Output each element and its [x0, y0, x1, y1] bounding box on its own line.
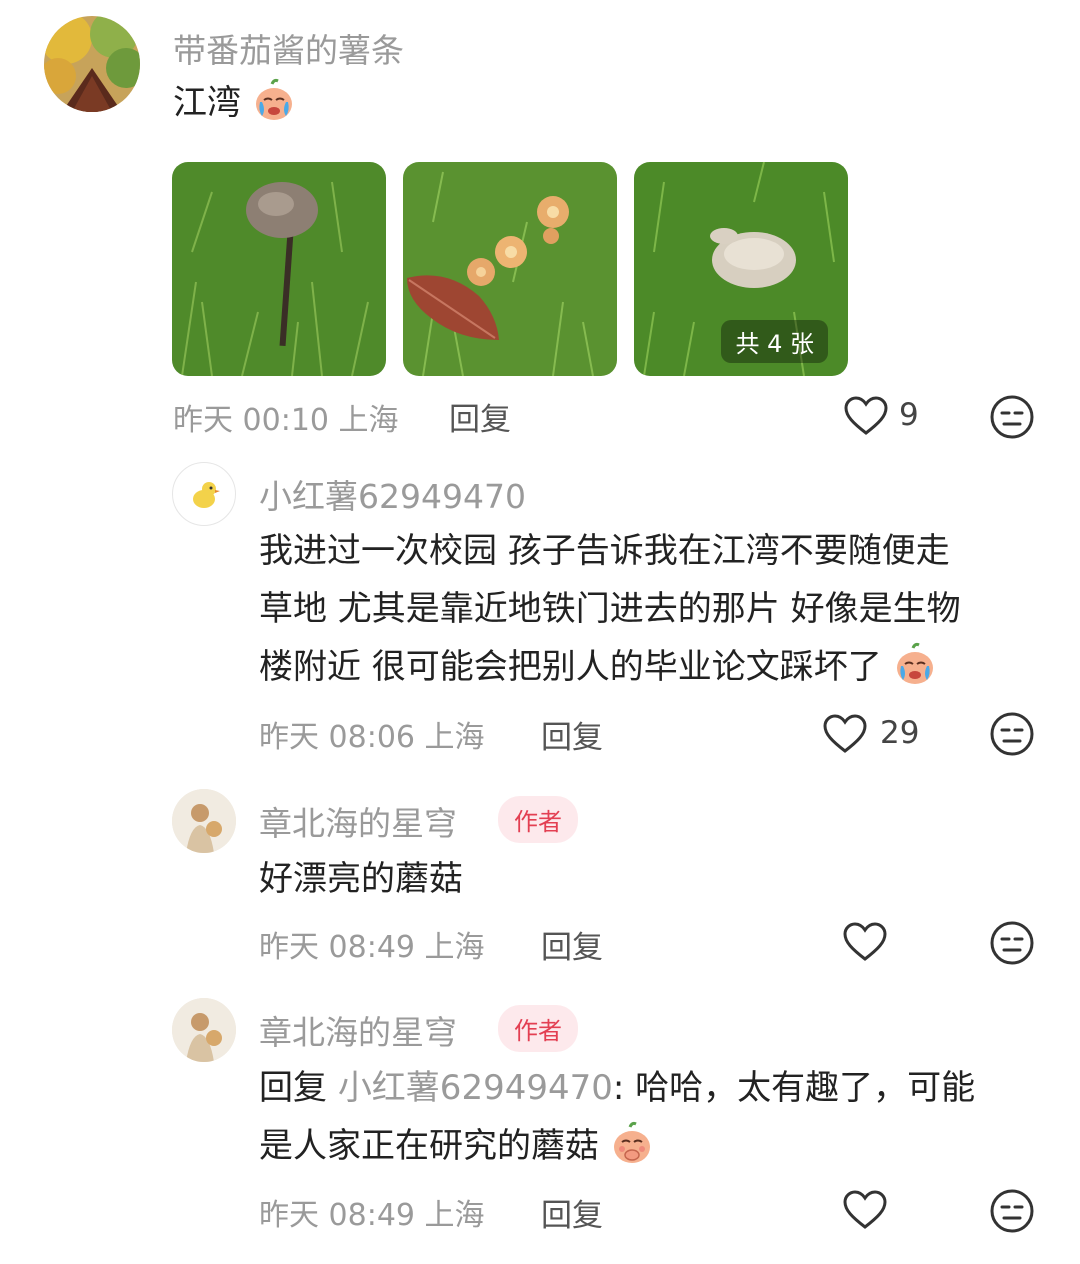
like-button[interactable]: 29: [822, 711, 932, 759]
neutral-face-icon[interactable]: [989, 920, 1035, 966]
reply-text-part: : 哈哈，太有趣了，可能: [612, 1068, 976, 1108]
avatar[interactable]: [172, 998, 236, 1062]
comment-username[interactable]: 带番茄酱的薯条: [173, 24, 404, 72]
author-badge: 作者: [498, 796, 578, 843]
like-button[interactable]: [842, 921, 892, 967]
avatar[interactable]: [44, 16, 140, 112]
reply-text-line: 回复 小红薯62949470: 哈哈，太有趣了，可能: [259, 1059, 1049, 1117]
reply-username[interactable]: 小红薯62949470: [259, 470, 526, 518]
reply-text: 好漂亮的蘑菇: [259, 859, 463, 899]
like-button[interactable]: [842, 1189, 892, 1235]
mentioned-username[interactable]: 小红薯62949470: [338, 1068, 613, 1108]
avatar[interactable]: [172, 789, 236, 853]
heart-outline-icon: [843, 395, 889, 437]
reply-button[interactable]: 回复: [541, 712, 603, 757]
comment-text: 江湾: [173, 74, 296, 140]
reply-timestamp: 昨天 08:49 上海: [259, 1198, 485, 1233]
reply-button[interactable]: 回复: [541, 1190, 603, 1235]
heart-outline-icon: [842, 921, 888, 963]
crying-emoji-icon: [252, 78, 296, 140]
neutral-face-icon[interactable]: [989, 394, 1035, 440]
covering-mouth-emoji-icon: [610, 1121, 654, 1183]
avatar[interactable]: [172, 462, 236, 526]
photo-thumbnail-3[interactable]: 共 4 张: [634, 162, 848, 376]
heart-outline-icon: [842, 1189, 888, 1231]
comment-text-value: 江湾: [173, 83, 241, 123]
reply-prefix: 回复: [259, 1068, 327, 1108]
reply-username[interactable]: 章北海的星穹: [259, 797, 457, 845]
reply-text-line-with-emoji: 楼附近 很可能会把别人的毕业论文踩坏了: [259, 638, 961, 704]
reply-text: 我进过一次校园 孩子告诉我在江湾不要随便走 草地 尤其是靠近地铁门进去的那片 好…: [259, 522, 961, 704]
neutral-face-icon[interactable]: [989, 711, 1035, 757]
reply-text-part: 是人家正在研究的蘑菇: [259, 1126, 599, 1166]
reply-timestamp: 昨天 08:06 上海: [259, 720, 485, 755]
like-count: 29: [880, 715, 920, 751]
reply-text-line: 楼附近 很可能会把别人的毕业论文踩坏了: [259, 647, 882, 687]
photo-thumbnail-1[interactable]: [172, 162, 386, 376]
like-count: 9: [899, 397, 919, 433]
image-count-badge: 共 4 张: [721, 320, 828, 363]
reply-button[interactable]: 回复: [541, 922, 603, 967]
reply-username[interactable]: 章北海的星穹: [259, 1006, 457, 1054]
neutral-face-icon[interactable]: [989, 1188, 1035, 1234]
reply-text: 回复 小红薯62949470: 哈哈，太有趣了，可能 是人家正在研究的蘑菇: [259, 1059, 1049, 1183]
photo-thumbnail-2[interactable]: [403, 162, 617, 376]
reply-text-line: 我进过一次校园 孩子告诉我在江湾不要随便走: [259, 531, 950, 571]
reply-timestamp: 昨天 08:49 上海: [259, 930, 485, 965]
reply-text-line: 是人家正在研究的蘑菇: [259, 1117, 1049, 1183]
like-button[interactable]: 9: [843, 393, 939, 441]
reply-text-line: 草地 尤其是靠近地铁门进去的那片 好像是生物: [259, 589, 961, 629]
heart-outline-icon: [822, 713, 868, 755]
author-badge: 作者: [498, 1005, 578, 1052]
crying-emoji-icon: [893, 642, 937, 704]
reply-button[interactable]: 回复: [449, 394, 511, 439]
comment-timestamp: 昨天 00:10 上海: [173, 403, 399, 438]
